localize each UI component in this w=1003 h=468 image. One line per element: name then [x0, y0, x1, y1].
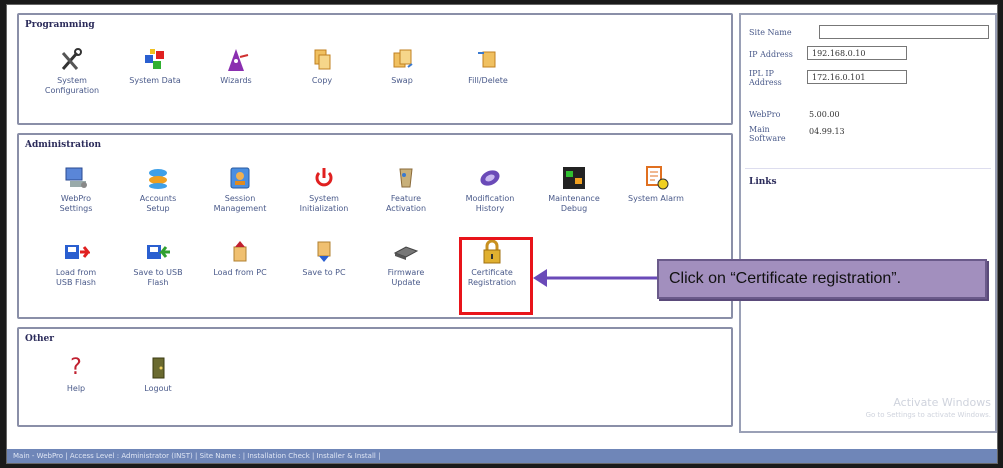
pc-save-icon: [310, 239, 338, 265]
tile-label: Load from PC: [213, 268, 267, 277]
watermark-subtitle: Go to Settings to activate Windows.: [865, 411, 991, 419]
links-title: Links: [749, 177, 777, 187]
watermark-title: Activate Windows: [893, 396, 991, 409]
swap-icon: [388, 47, 416, 73]
callout-arrow-icon: [533, 269, 659, 287]
tile-label: Feature Activation: [385, 194, 427, 213]
copy-icon: [308, 47, 336, 73]
webpro-settings-button[interactable]: WebPro Settings: [35, 165, 117, 214]
tile-label: Save to PC: [302, 268, 346, 277]
ipl-ip-value: 172.16.0.101: [807, 70, 907, 84]
tools-icon: [58, 47, 86, 73]
tile-label: Save to USB Flash: [133, 268, 183, 287]
app-frame: Programming System Configuration System …: [6, 4, 998, 464]
webpro-version-label: WebPro: [749, 110, 781, 119]
tile-label: Fill/Delete: [468, 76, 508, 85]
administration-title: Administration: [25, 140, 102, 150]
system-alarm-button[interactable]: System Alarm: [615, 165, 697, 204]
firmware-icon: [392, 239, 420, 265]
help-button[interactable]: ? Help: [35, 355, 117, 394]
tile-label: Session Management: [213, 194, 267, 213]
tile-label: Logout: [144, 384, 172, 393]
system-initialization-button[interactable]: System Initialization: [283, 165, 365, 214]
main-software-value: 04.99.13: [809, 127, 845, 136]
data-cubes-icon: [141, 47, 169, 73]
tile-label: Accounts Setup: [139, 194, 177, 213]
copy-button[interactable]: Copy: [281, 47, 363, 86]
ip-address-label: IP Address: [749, 50, 793, 59]
status-bar: Main - WebPro | Access Level : Administr…: [7, 449, 997, 463]
save-to-usb-button[interactable]: Save to USB Flash: [117, 239, 199, 288]
alarm-icon: [642, 165, 670, 191]
power-icon: [310, 165, 338, 191]
save-to-pc-button[interactable]: Save to PC: [283, 239, 365, 278]
activate-windows-watermark: Activate Windows Go to Settings to activ…: [866, 397, 991, 421]
site-name-field[interactable]: [819, 25, 989, 39]
wizards-button[interactable]: Wizards: [195, 47, 277, 86]
tile-label: System Alarm: [628, 194, 684, 203]
divider: [745, 168, 991, 169]
debug-icon: [560, 165, 588, 191]
tile-label: Swap: [391, 76, 413, 85]
session-icon: [226, 165, 254, 191]
tile-label: Copy: [311, 76, 333, 85]
fill-delete-icon: [474, 47, 502, 73]
accounts-icon: [144, 165, 172, 191]
usb-save-icon: [144, 239, 172, 265]
swap-button[interactable]: Swap: [361, 47, 443, 86]
feature-activation-icon: [392, 165, 420, 191]
help-icon: ?: [70, 355, 82, 380]
maintenance-debug-button[interactable]: Maintenance Debug: [533, 165, 615, 214]
info-pane: Site Name IP Address 192.168.0.10 IPL IP…: [739, 13, 997, 433]
site-name-label: Site Name: [749, 28, 792, 37]
feature-activation-button[interactable]: Feature Activation: [365, 165, 447, 214]
fill-delete-button[interactable]: Fill/Delete: [447, 47, 529, 86]
firmware-update-button[interactable]: Firmware Update: [365, 239, 447, 288]
ipl-ip-label: IPL IP Address: [749, 69, 782, 87]
programming-panel: Programming System Configuration System …: [17, 13, 733, 125]
certificate-highlight-box: [459, 237, 533, 315]
tile-label: Modification History: [465, 194, 515, 213]
tile-label: System Data: [129, 76, 181, 85]
accounts-setup-button[interactable]: Accounts Setup: [117, 165, 199, 214]
programming-title: Programming: [25, 20, 95, 30]
modification-history-button[interactable]: Modification History: [449, 165, 531, 214]
tile-label: Firmware Update: [387, 268, 425, 287]
tile-label: Load from USB Flash: [55, 268, 97, 287]
tile-label: Maintenance Debug: [548, 194, 600, 213]
other-title: Other: [25, 334, 55, 344]
tile-label: System Configuration: [44, 76, 100, 95]
wizard-icon: [222, 47, 250, 73]
logout-icon: [144, 355, 172, 381]
other-panel: Other ? Help Logout: [17, 327, 733, 427]
pc-load-icon: [226, 239, 254, 265]
main-software-label: Main Software: [749, 125, 786, 143]
logout-button[interactable]: Logout: [117, 355, 199, 394]
system-data-button[interactable]: System Data: [114, 47, 196, 86]
usb-load-icon: [62, 239, 92, 265]
session-management-button[interactable]: Session Management: [199, 165, 281, 214]
tile-label: WebPro Settings: [59, 194, 93, 213]
history-icon: [476, 165, 504, 191]
system-configuration-button[interactable]: System Configuration: [31, 47, 113, 96]
computer-settings-icon: [62, 165, 90, 191]
tile-label: System Initialization: [299, 194, 349, 213]
load-from-pc-button[interactable]: Load from PC: [199, 239, 281, 278]
webpro-version-value: 5.00.00: [809, 110, 840, 119]
tile-label: Wizards: [220, 76, 252, 85]
instruction-callout: Click on “Certificate registration”.: [657, 259, 987, 299]
ip-address-value: 192.168.0.10: [807, 46, 907, 60]
load-from-usb-button[interactable]: Load from USB Flash: [35, 239, 117, 288]
tile-label: Help: [66, 384, 86, 393]
